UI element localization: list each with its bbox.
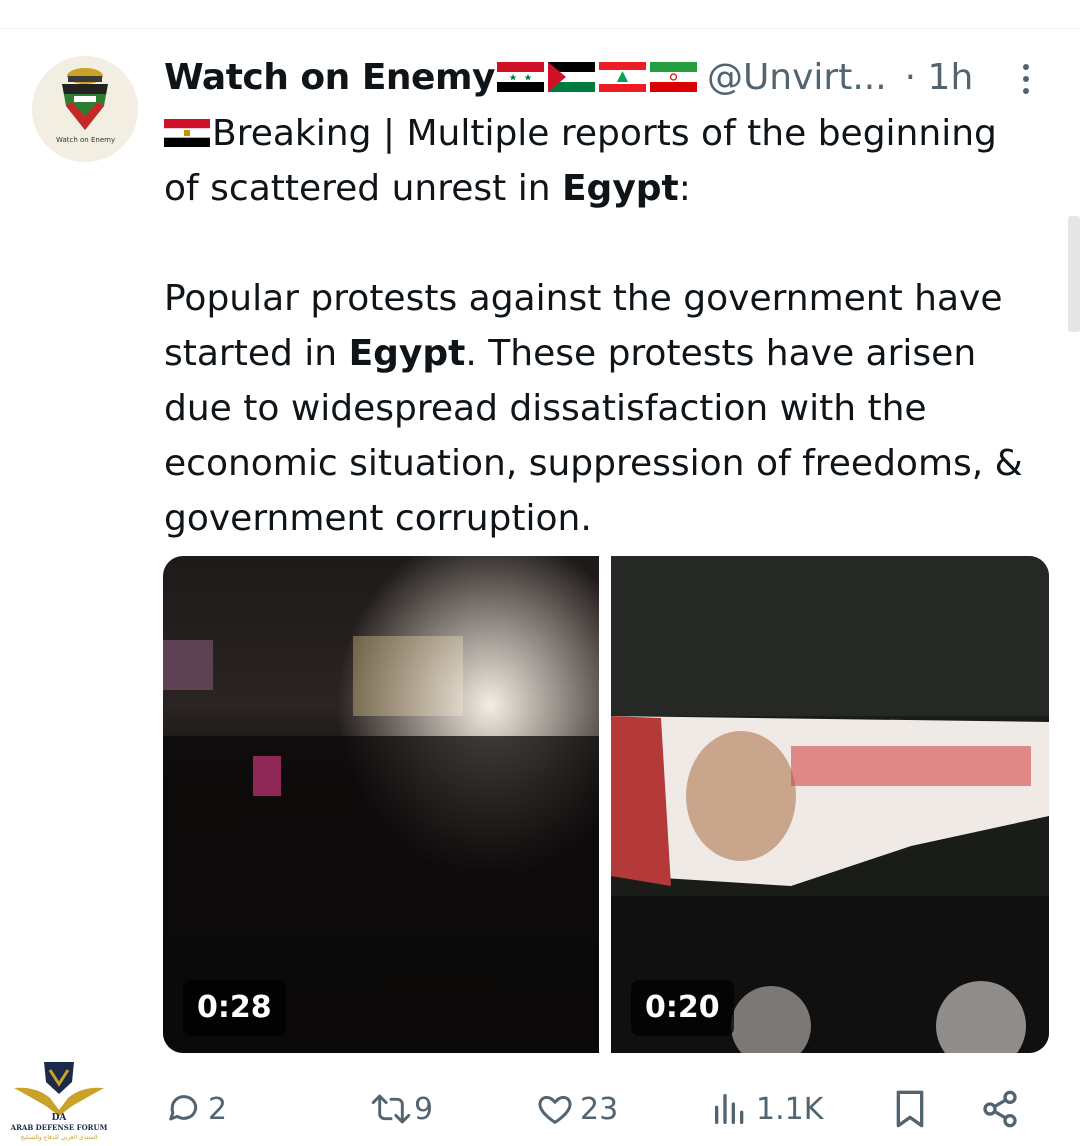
- post-header: Watch on Enemy @Unvirt... · 1h: [164, 54, 1044, 100]
- more-options-icon[interactable]: [1018, 62, 1034, 96]
- video-2-thumbnail: [611, 556, 1049, 1053]
- like-button[interactable]: 23: [534, 1080, 618, 1138]
- repost-count: 9: [414, 1091, 434, 1127]
- bookmark-button[interactable]: [890, 1080, 930, 1138]
- author-name[interactable]: Watch on Enemy: [164, 57, 495, 98]
- heart-icon: [538, 1095, 572, 1124]
- video-1-thumbnail: [163, 556, 599, 1053]
- media-grid: 0:28 0:20: [163, 556, 1049, 1053]
- author-flags: [496, 62, 697, 92]
- watermark-logo: DA ARAB DEFENSE FORUM المنتدى العربي للد…: [6, 1058, 112, 1142]
- top-divider: [0, 28, 1080, 29]
- watermark-title: ARAB DEFENSE FORUM: [10, 1123, 108, 1132]
- headline-egypt: Egypt: [561, 168, 679, 209]
- post-headline: Breaking | Multiple reports of the begin…: [164, 106, 1064, 216]
- lebanon-flag-icon: [598, 62, 646, 92]
- share-icon: [983, 1090, 1017, 1128]
- watermark-arabic: المنتدى العربي للدفاع والتسليح: [21, 1134, 98, 1141]
- video-1[interactable]: 0:28: [163, 556, 599, 1053]
- iran-flag-icon: [649, 62, 697, 92]
- post-body: Popular protests against the government …: [164, 271, 1050, 546]
- repost-button[interactable]: 9: [370, 1080, 433, 1138]
- watermark-emblem-icon: DA ARAB DEFENSE FORUM المنتدى العربي للد…: [10, 1062, 108, 1141]
- bookmark-icon: [896, 1090, 924, 1128]
- action-bar: 2 9 23 1.1K: [164, 1080, 1044, 1138]
- avatar[interactable]: Watch on Enemy: [32, 56, 138, 162]
- reply-count: 2: [208, 1091, 228, 1127]
- syria-flag-icon: [496, 62, 544, 92]
- post-time[interactable]: · 1h: [905, 57, 974, 98]
- headline-line2-pre: of scattered unrest in: [164, 168, 562, 209]
- video-2[interactable]: 0:20: [611, 556, 1049, 1053]
- scrollbar[interactable]: [1068, 216, 1080, 332]
- palestine-flag-icon: [547, 62, 595, 92]
- video-1-duration: 0:28: [183, 980, 286, 1036]
- author-handle[interactable]: @Unvirt...: [707, 57, 887, 98]
- like-count: 23: [580, 1091, 619, 1127]
- avatar-emblem-icon: [32, 56, 138, 162]
- video-2-duration: 0:20: [631, 980, 734, 1036]
- post-text: Breaking | Multiple reports of the begin…: [164, 106, 1064, 546]
- views-chart-icon: [715, 1094, 744, 1124]
- watermark-initials: DA: [52, 1113, 68, 1123]
- headline-line2-post: :: [678, 168, 691, 209]
- body-egypt: Egypt: [348, 333, 466, 374]
- avatar-caption: Watch on Enemy: [56, 136, 116, 144]
- repost-icon: [371, 1094, 411, 1124]
- reply-button[interactable]: 2: [164, 1080, 227, 1138]
- views-button[interactable]: 1.1K: [710, 1080, 823, 1138]
- share-button[interactable]: [980, 1080, 1020, 1138]
- egypt-flag-icon: [164, 119, 210, 147]
- views-count: 1.1K: [756, 1091, 824, 1127]
- headline-line1: Breaking | Multiple reports of the begin…: [212, 113, 997, 154]
- reply-icon: [169, 1095, 198, 1121]
